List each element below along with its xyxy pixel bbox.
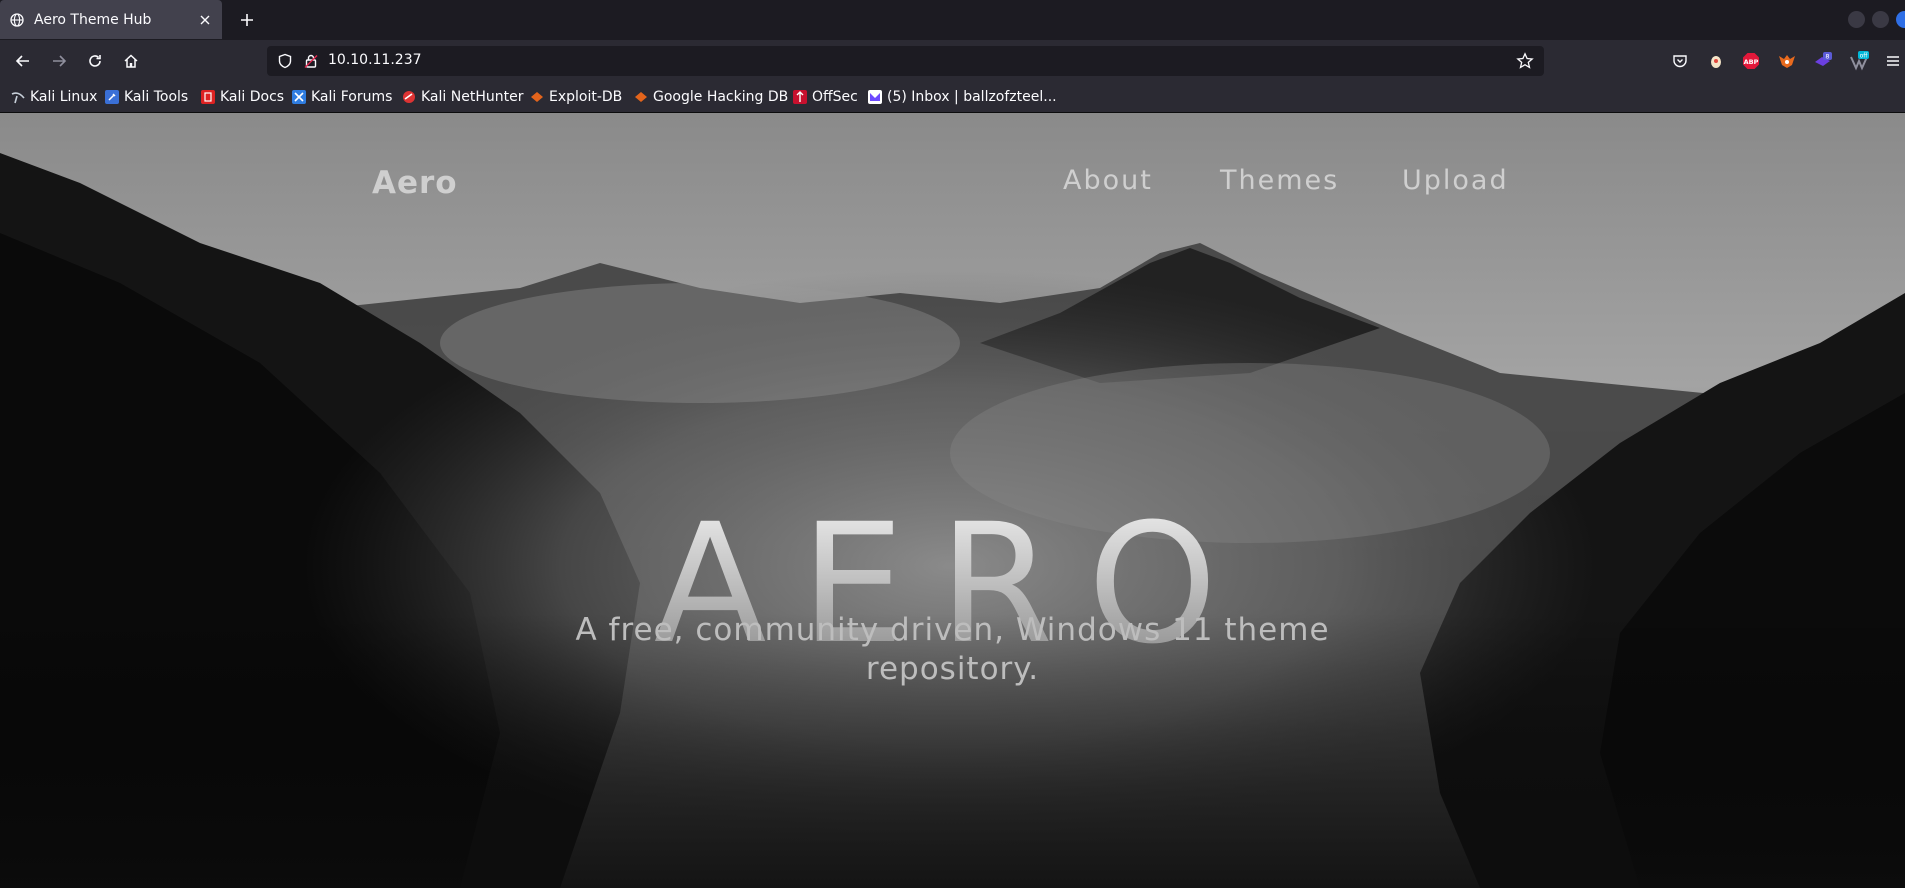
nethunter-icon (402, 90, 416, 104)
wappalyzer-badge: off (1860, 53, 1869, 60)
wappalyzer-icon[interactable]: off (1849, 51, 1869, 71)
browser-tab[interactable]: Aero Theme Hub (0, 0, 222, 39)
home-icon (124, 54, 138, 68)
kali-docs-icon (201, 90, 215, 104)
bookmark-google-hacking-db[interactable]: Google Hacking DB (634, 88, 788, 106)
menu-icon[interactable] (1883, 51, 1903, 71)
nav-link-about[interactable]: About (1063, 165, 1153, 196)
minimize-button[interactable] (1848, 11, 1865, 28)
tab-strip: Aero Theme Hub (0, 0, 1905, 40)
shield-icon[interactable] (277, 53, 293, 69)
bookmark-inbox[interactable]: (5) Inbox | ballzofzteel... (868, 88, 1057, 106)
new-tab-button[interactable] (235, 8, 259, 32)
url-text[interactable]: 10.10.11.237 (328, 52, 422, 68)
kali-dragon-icon (11, 90, 25, 104)
exploit-db-icon (530, 90, 544, 104)
web-page: Aero About Themes Upload AERO A free, co… (0, 113, 1905, 888)
reload-button[interactable] (81, 47, 109, 75)
proton-mail-icon (868, 90, 882, 104)
bookmark-exploit-db[interactable]: Exploit-DB (530, 88, 622, 106)
hero-subtitle: A free, community driven, Windows 11 the… (575, 612, 1330, 687)
ghdb-icon (634, 90, 648, 104)
extension-egg-icon[interactable] (1706, 51, 1726, 71)
close-tab-icon[interactable] (197, 12, 213, 28)
forward-arrow-icon (53, 55, 67, 67)
nav-link-upload[interactable]: Upload (1402, 165, 1509, 196)
bookmark-offsec[interactable]: OffSec (793, 88, 858, 106)
globe-icon (9, 12, 25, 28)
kali-forums-icon (292, 90, 306, 104)
extension-badge-count: 8 (1825, 53, 1829, 61)
close-window-button[interactable] (1896, 11, 1905, 28)
maximize-button[interactable] (1872, 11, 1889, 28)
offsec-icon (793, 90, 807, 104)
adblock-icon[interactable]: ABP (1741, 51, 1761, 71)
forward-button[interactable] (45, 47, 73, 75)
back-button[interactable] (9, 47, 37, 75)
reload-icon (89, 55, 101, 67)
insecure-lock-icon[interactable] (303, 53, 319, 69)
nav-link-themes[interactable]: Themes (1220, 165, 1339, 196)
foxyproxy-icon[interactable] (1777, 51, 1797, 71)
pocket-icon[interactable] (1670, 51, 1690, 71)
bookmark-kali-forums[interactable]: Kali Forums (292, 88, 392, 106)
bookmark-kali-tools[interactable]: Kali Tools (105, 88, 188, 106)
bookmarks-toolbar: Kali Linux Kali Tools Kali Docs Kali For… (0, 82, 1905, 113)
kali-tools-icon (105, 90, 119, 104)
site-logo[interactable]: Aero (372, 165, 458, 201)
adblock-label: ABP (1744, 58, 1759, 66)
back-arrow-icon (15, 55, 29, 67)
bookmark-star-icon[interactable] (1516, 52, 1534, 70)
navigation-toolbar: 10.10.11.237 ABP 8 off (0, 40, 1905, 82)
bookmark-kali-nethunter[interactable]: Kali NetHunter (402, 88, 523, 106)
home-button[interactable] (117, 47, 145, 75)
bookmark-kali-docs[interactable]: Kali Docs (201, 88, 284, 106)
url-bar[interactable]: 10.10.11.237 (267, 46, 1544, 76)
extension-badge-icon[interactable]: 8 (1813, 51, 1833, 71)
bookmark-kali-linux[interactable]: Kali Linux (11, 88, 97, 106)
tab-title: Aero Theme Hub (34, 11, 152, 28)
